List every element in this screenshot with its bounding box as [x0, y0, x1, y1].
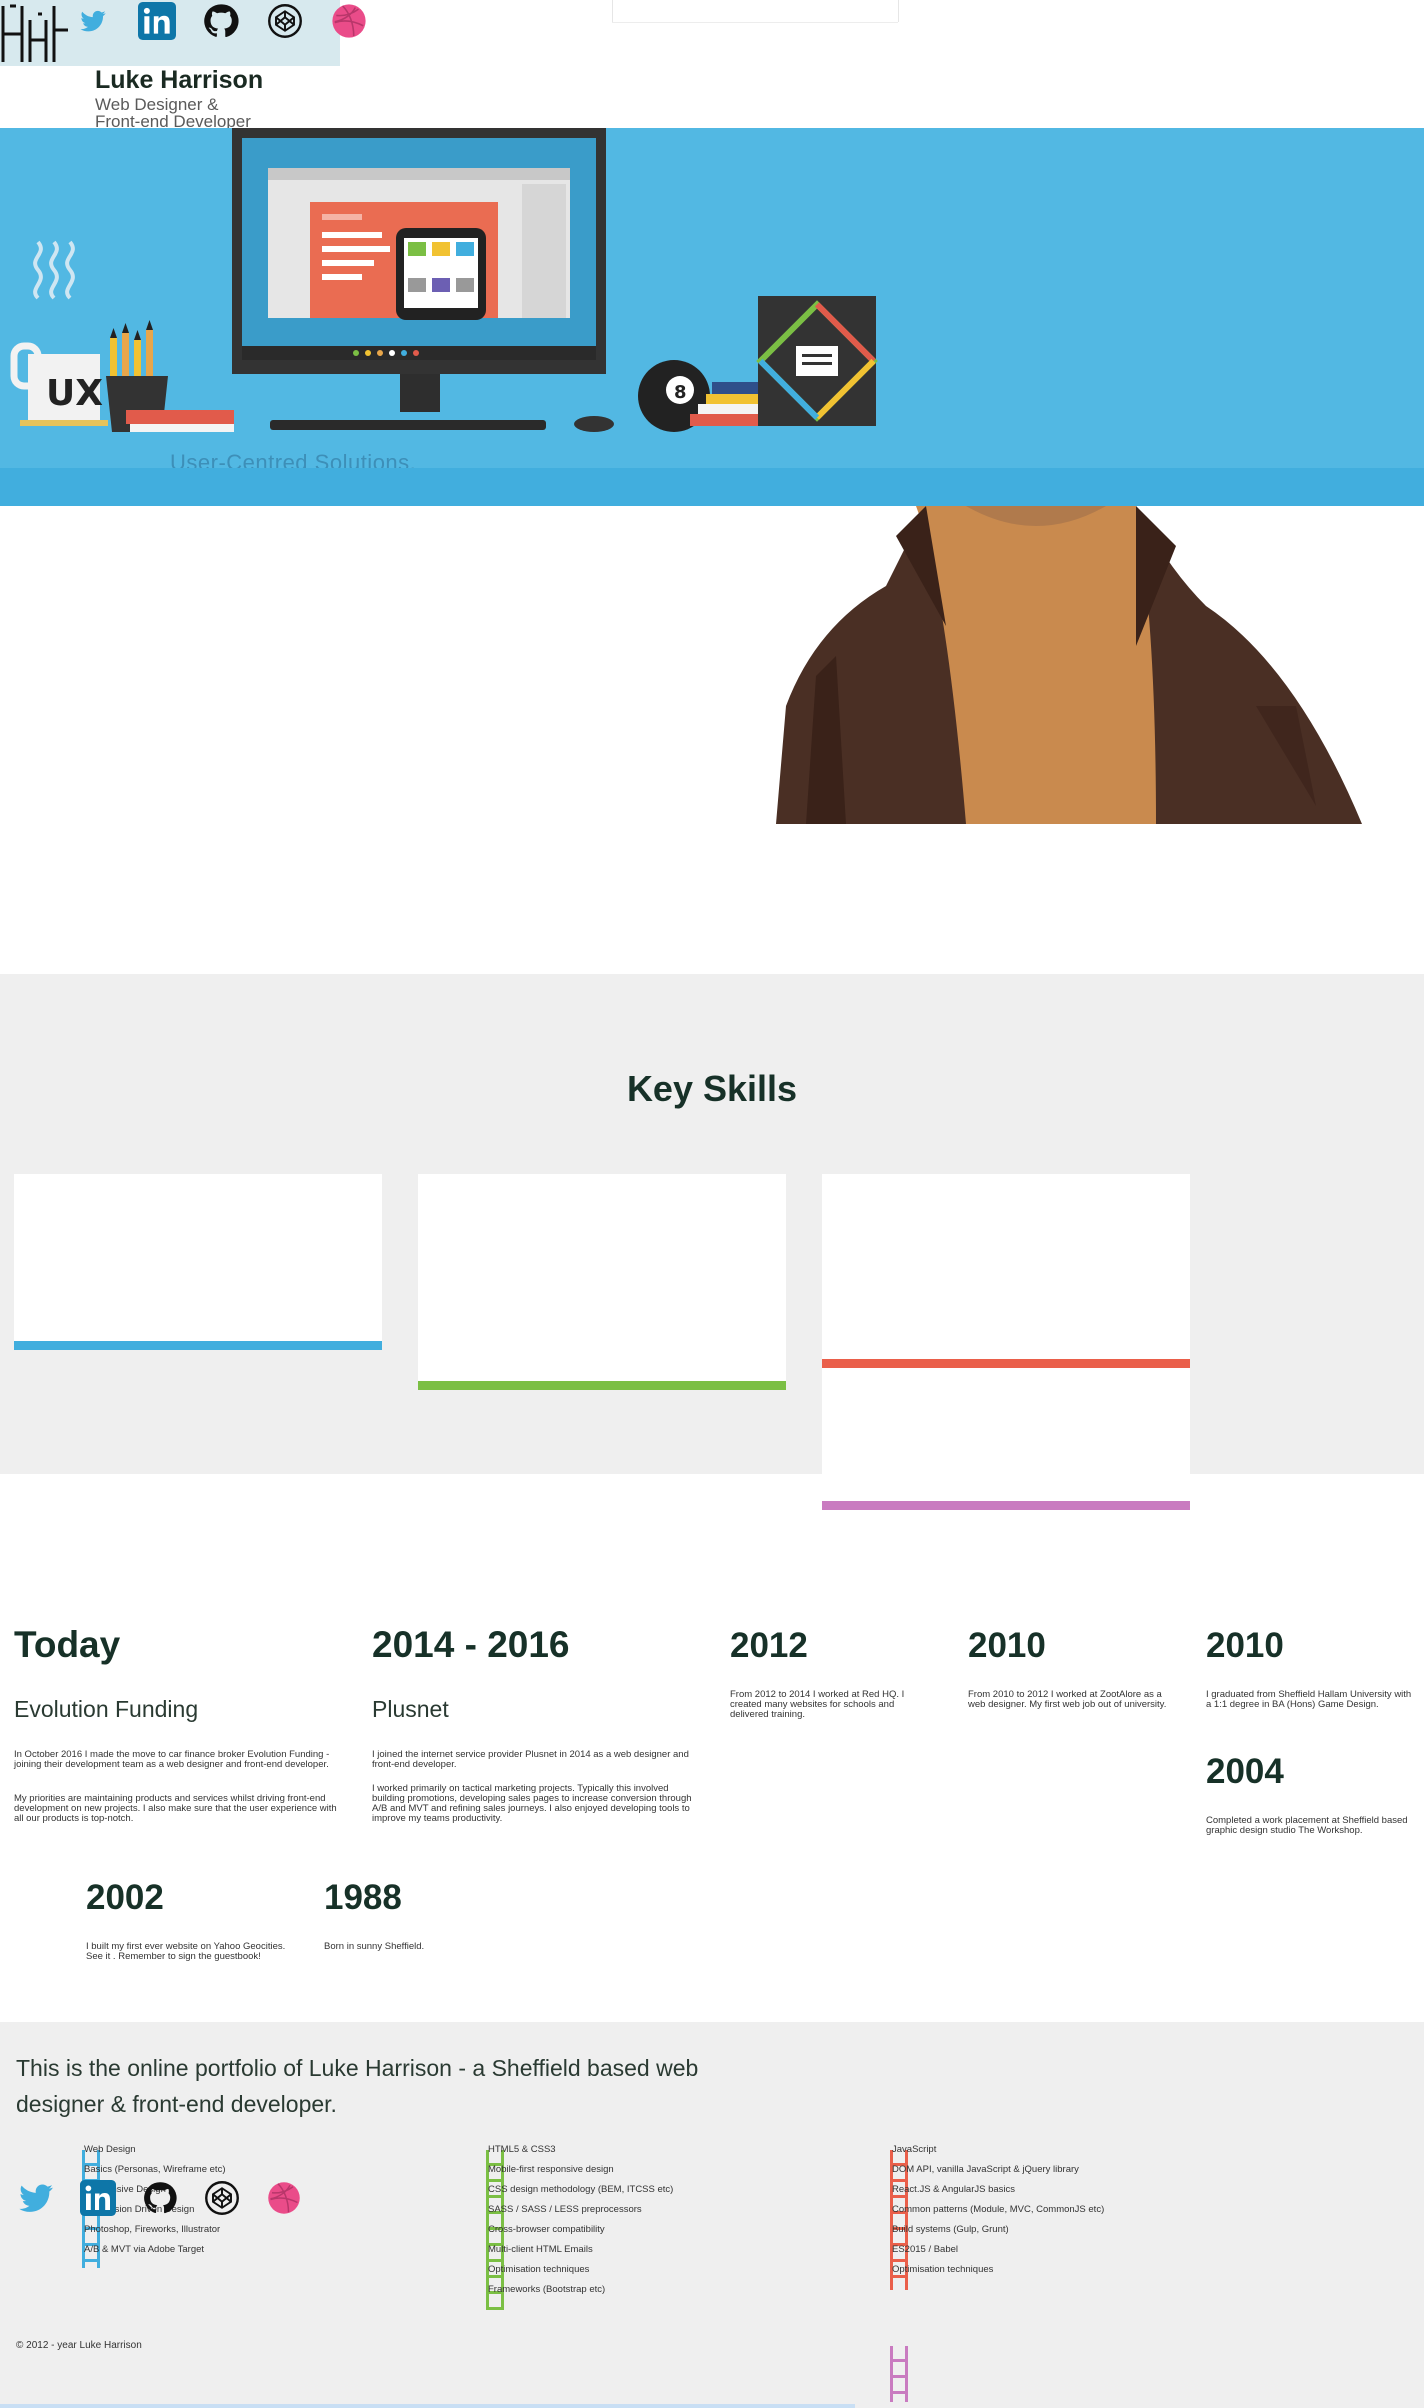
footer-skill-item: Optimisation techniques [892, 2264, 994, 2275]
header-divider [612, 0, 613, 22]
site-logo[interactable] [0, 0, 70, 66]
skill-card-design[interactable] [14, 1174, 382, 1350]
codepen-icon[interactable] [264, 0, 306, 42]
footer-skill-item: Cross-browser compatibility [488, 2224, 605, 2235]
brand-role-line1: Web Designer & [95, 95, 219, 114]
dribbble-icon[interactable] [264, 2178, 304, 2218]
timeline-text: My priorities are maintaining products a… [14, 1793, 337, 1824]
timeline-text: From 2012 to 2014 I worked at Red HQ. I … [730, 1689, 905, 1720]
footer-skill-item: Multi-client HTML Emails [488, 2244, 593, 2255]
footer-skill-item: React.JS & AngularJS basics [892, 2184, 1016, 2195]
header-divider [612, 22, 898, 23]
skill-card-bar [14, 1341, 382, 1350]
bottom-scroll-indicator [0, 2404, 855, 2408]
profile-photo [776, 506, 1362, 824]
linkedin-icon[interactable] [136, 0, 178, 42]
footer-skill-item: Common patterns (Module, MVC, CommonJS e… [892, 2204, 1105, 2215]
footer-js-skills: JavaScript DOM API, vanilla JavaScript &… [892, 2140, 1104, 2280]
footer-skill-item: ES2015 / Babel [892, 2244, 959, 2255]
footer-skill-item: HTML5 & CSS3 [488, 2144, 556, 2155]
skill-card-bar [822, 1501, 1190, 1510]
desk-illustration: UX 8 [10, 128, 878, 432]
copyright: © 2012 - year Luke Harrison [16, 2340, 142, 2351]
eight-ball-number: 8 [674, 382, 687, 403]
twitter-icon[interactable] [16, 2178, 56, 2218]
timeline-text: From 2010 to 2012 I worked at ZootAlore … [968, 1689, 1167, 1710]
timeline-text: I joined the internet service provider P… [372, 1749, 689, 1770]
mug-label: UX [46, 373, 103, 414]
footer-skill-item: Basics (Personas, Wireframe etc) [84, 2164, 226, 2175]
timeline-year: 1988 [324, 1878, 402, 1917]
timeline-text: I worked primarily on tactical marketing… [372, 1783, 692, 1824]
footer-skill-item: Frameworks (Bootstrap etc) [488, 2284, 606, 2295]
skill-card-bar [822, 1359, 1190, 1368]
footer-skill-item: Web Design [84, 2144, 136, 2155]
timeline-title: Plusnet [372, 1696, 449, 1722]
skill-card-other[interactable] [822, 1368, 1190, 1510]
github-icon[interactable] [140, 2178, 180, 2218]
dribbble-icon[interactable] [328, 0, 370, 42]
footer-skill-item: A/B & MVT via Adobe Target [84, 2244, 205, 2255]
timeline-text: Completed a work placement at Sheffield … [1206, 1815, 1408, 1836]
twitter-icon[interactable] [72, 0, 114, 42]
timeline-title: Evolution Funding [14, 1696, 199, 1722]
footer-skill-item: Build systems (Gulp, Grunt) [892, 2224, 1009, 2235]
timeline-year: 2004 [1206, 1752, 1284, 1791]
brand-role: Web Designer & Front-end Developer [95, 96, 295, 130]
footer-skill-item: CSS design methodology (BEM, ITCSS etc) [488, 2184, 674, 2195]
footer-frontend-skills: HTML5 & CSS3 Mobile-first responsive des… [488, 2140, 673, 2300]
footer-social-links [16, 2178, 304, 2218]
skill-card-bar [418, 1381, 786, 1390]
timeline-text: Born in sunny Sheffield. [324, 1941, 425, 1952]
footer-skill-item: Mobile-first responsive design [488, 2164, 614, 2175]
footer-skill-item: DOM API, vanilla JavaScript & jQuery lib… [892, 2164, 1079, 2175]
timeline-year: 2010 [968, 1626, 1046, 1665]
timeline-text: In October 2016 I made the move to car f… [14, 1749, 330, 1770]
timeline-year: Today [14, 1624, 121, 1665]
timeline-year: 2014 - 2016 [372, 1624, 570, 1665]
brand-name[interactable]: Luke Harrison [95, 66, 263, 95]
footer-skill-item: JavaScript [892, 2144, 937, 2155]
codepen-icon[interactable] [202, 2178, 242, 2218]
timeline-year: 2002 [86, 1878, 164, 1917]
timeline-text: I built my first ever website on Yahoo G… [86, 1941, 286, 1962]
skill-card-frontend[interactable] [418, 1174, 786, 1390]
timeline-text: I graduated from Sheffield Hallam Univer… [1206, 1689, 1412, 1710]
key-skills-title: Key Skills [626, 1068, 798, 1109]
github-icon[interactable] [200, 0, 242, 42]
header-social-links [72, 0, 370, 42]
footer-skill-item: SASS / SASS / LESS preprocessors [488, 2204, 642, 2215]
footer-intro: This is the online portfolio of Luke Har… [16, 2055, 699, 2117]
footer-skill-item: Photoshop, Fireworks, Illustrator [84, 2224, 221, 2235]
footer-skill-item: Optimisation techniques [488, 2264, 590, 2275]
timeline-year: 2010 [1206, 1626, 1284, 1665]
linkedin-icon[interactable] [78, 2178, 118, 2218]
skill-card-javascript[interactable] [822, 1174, 1190, 1368]
header-divider [898, 0, 899, 22]
skill-ladder-icon [890, 2346, 908, 2402]
timeline-year: 2012 [730, 1626, 808, 1665]
